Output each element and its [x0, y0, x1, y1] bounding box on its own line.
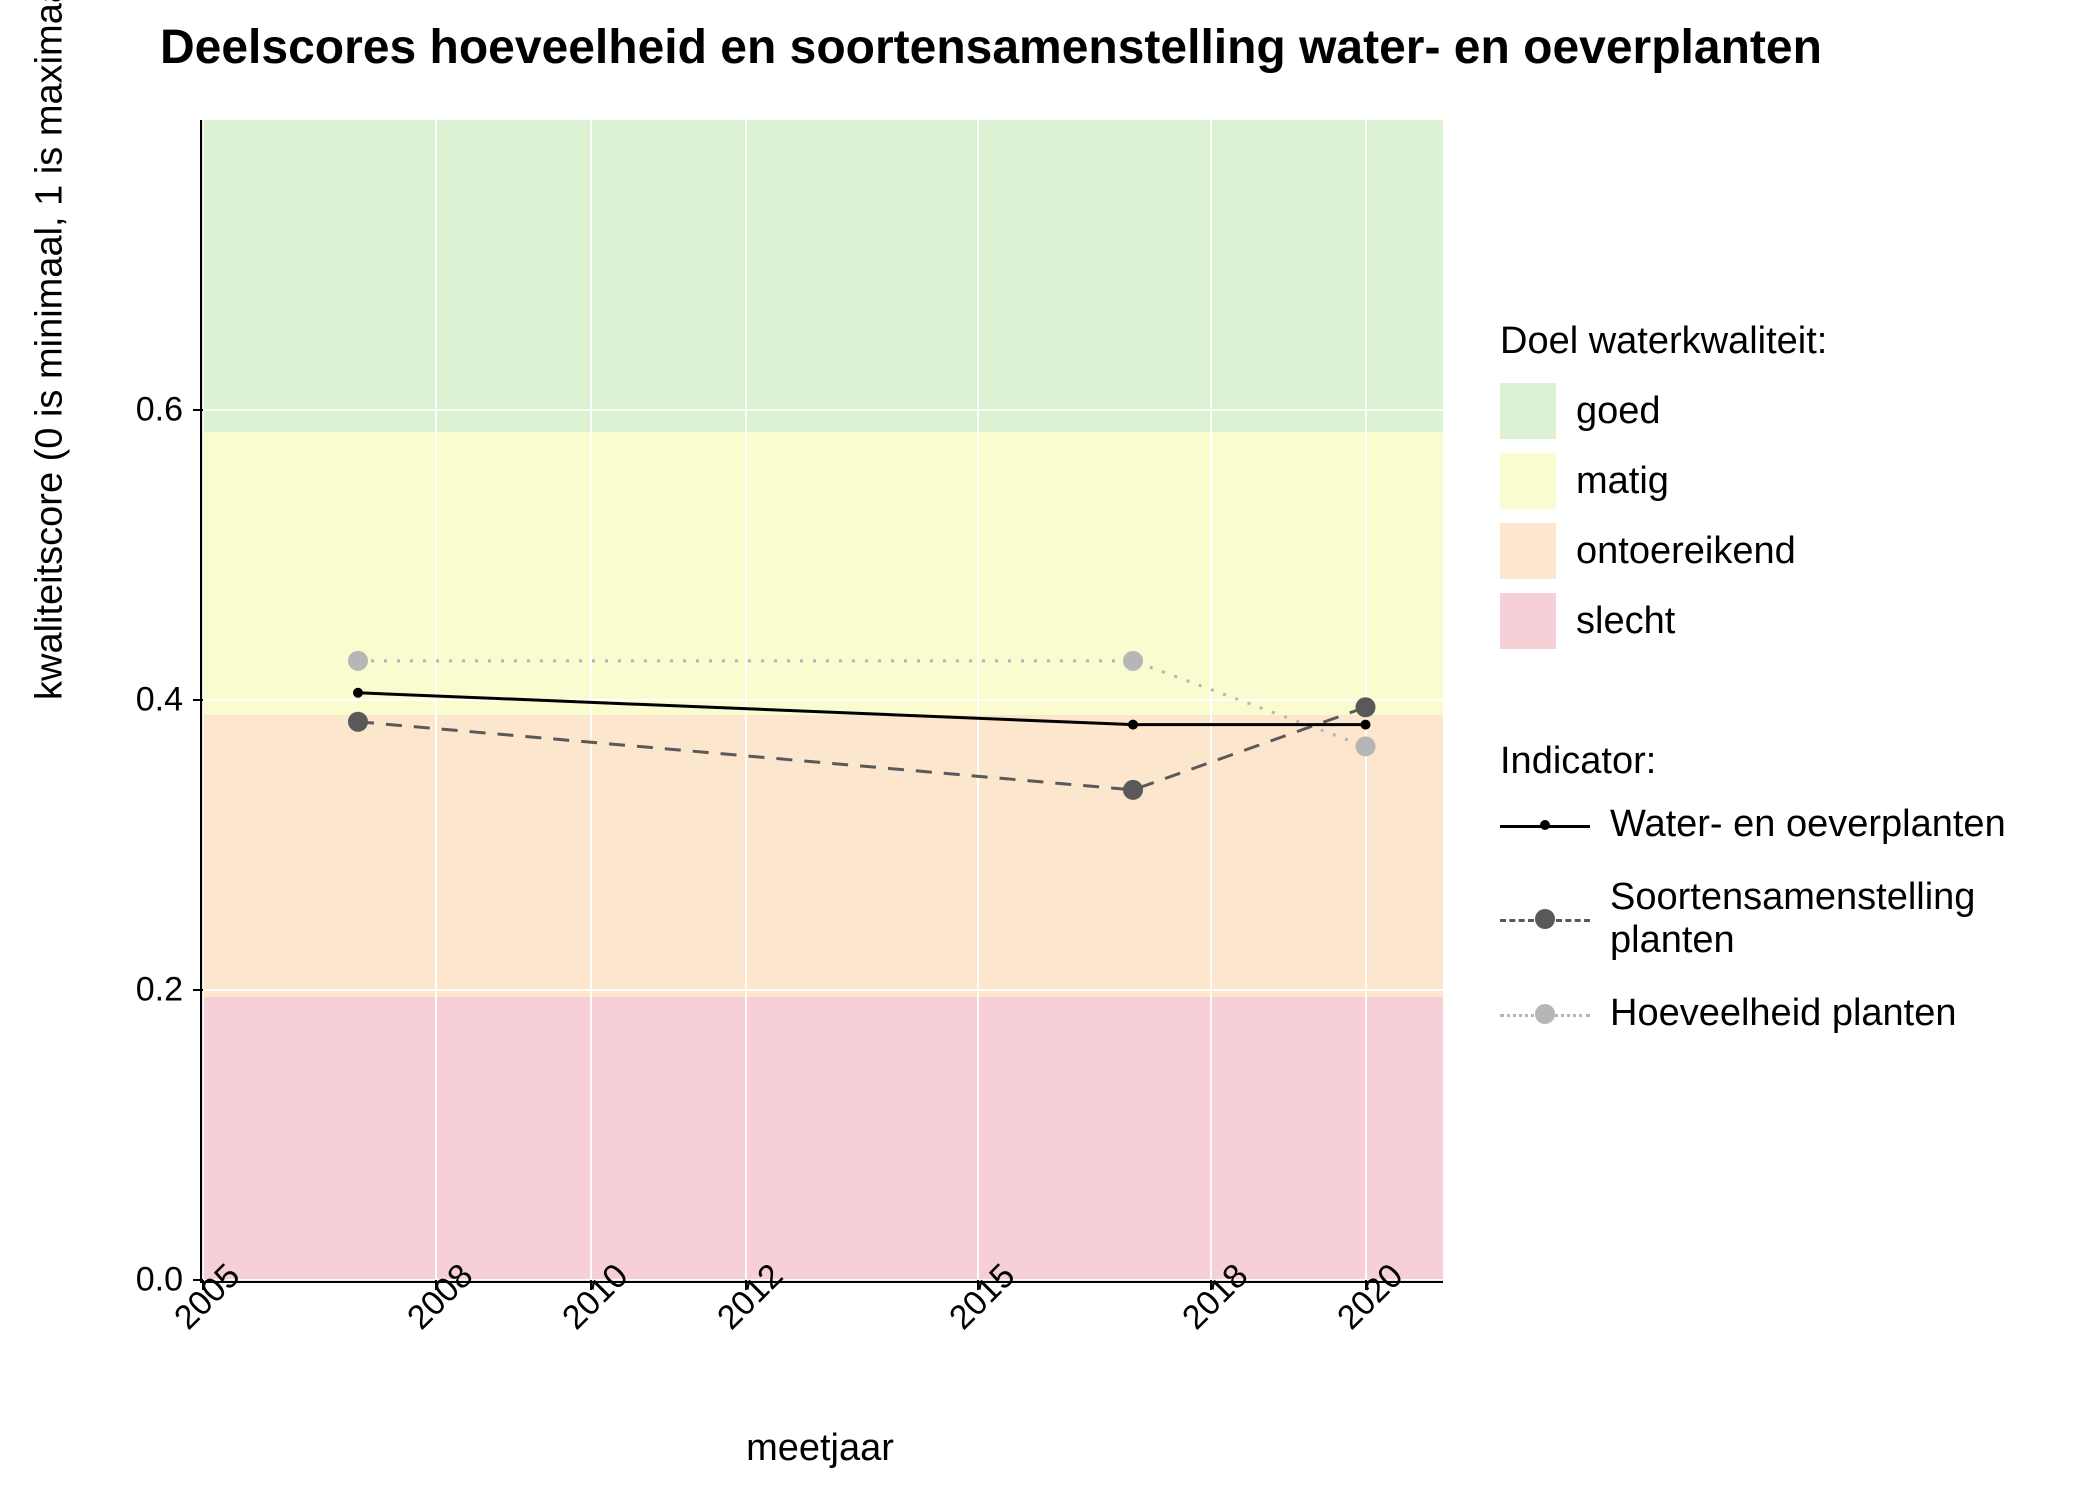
legend-series-label: Water- en oeverplanten [1610, 803, 2006, 846]
legend-band-label: goed [1576, 390, 1661, 433]
legend-series-title: Indicator: [1500, 740, 2080, 783]
plot-area: 20052008201020122015201820200.00.20.40.6 [200, 120, 1443, 1283]
series-point [1123, 780, 1143, 800]
chart-title: Deelscores hoeveelheid en soortensamenst… [160, 20, 1822, 75]
series-point [353, 688, 363, 698]
series-point [1123, 651, 1143, 671]
legend-swatch [1500, 453, 1556, 509]
y-tick-mark [193, 1279, 203, 1281]
series-point [1356, 697, 1376, 717]
legend-band-item: matig [1500, 453, 2060, 509]
legend-series-item: Soortensamenstelling planten [1500, 876, 2080, 962]
y-axis-label: kwaliteitscore (0 is minimaal, 1 is maxi… [29, 0, 72, 700]
legend-series-label: Soortensamenstelling planten [1610, 876, 2080, 962]
legend-series-item: Water- en oeverplanten [1500, 803, 2080, 846]
series-point [1128, 720, 1138, 730]
series-point [348, 651, 368, 671]
legend-point-icon [1535, 909, 1555, 929]
legend-swatch [1500, 593, 1556, 649]
legend-band-item: ontoereikend [1500, 523, 2060, 579]
legend-band-item: goed [1500, 383, 2060, 439]
legend-series-key [1500, 999, 1590, 1029]
legend-series-key [1500, 810, 1590, 840]
legend-bands-title: Doel waterkwaliteit: [1500, 320, 2060, 363]
legend-bands: Doel waterkwaliteit: goed matig ontoereike… [1500, 320, 2060, 663]
y-tick-label: 0.2 [136, 971, 183, 1010]
series-line [358, 707, 1366, 790]
legend-swatch [1500, 523, 1556, 579]
series-line [358, 693, 1366, 725]
legend-swatch [1500, 383, 1556, 439]
legend-series: Indicator: Water- en oeverplanten Soorten… [1500, 740, 2080, 1065]
y-tick-label: 0.0 [136, 1261, 183, 1300]
y-tick-mark [193, 409, 203, 411]
y-tick-label: 0.6 [136, 391, 183, 430]
y-tick-mark [193, 699, 203, 701]
series-point [1356, 736, 1376, 756]
chart-container: Deelscores hoeveelheid en soortensamenst… [0, 0, 2100, 1500]
legend-series-label: Hoeveelheid planten [1610, 992, 1957, 1035]
series-point [1361, 720, 1371, 730]
y-tick-label: 0.4 [136, 681, 183, 720]
legend-point-icon [1535, 1004, 1555, 1024]
legend-band-item: slecht [1500, 593, 2060, 649]
legend-band-label: matig [1576, 460, 1669, 503]
legend-band-label: slecht [1576, 600, 1675, 643]
plot-svg [203, 120, 1443, 1280]
legend-series-key [1500, 904, 1590, 934]
series-point [348, 712, 368, 732]
y-tick-mark [193, 989, 203, 991]
legend-band-label: ontoereikend [1576, 530, 1796, 573]
x-axis-label: meetjaar [746, 1427, 894, 1470]
legend-point-icon [1540, 820, 1550, 830]
legend-series-item: Hoeveelheid planten [1500, 992, 2080, 1035]
